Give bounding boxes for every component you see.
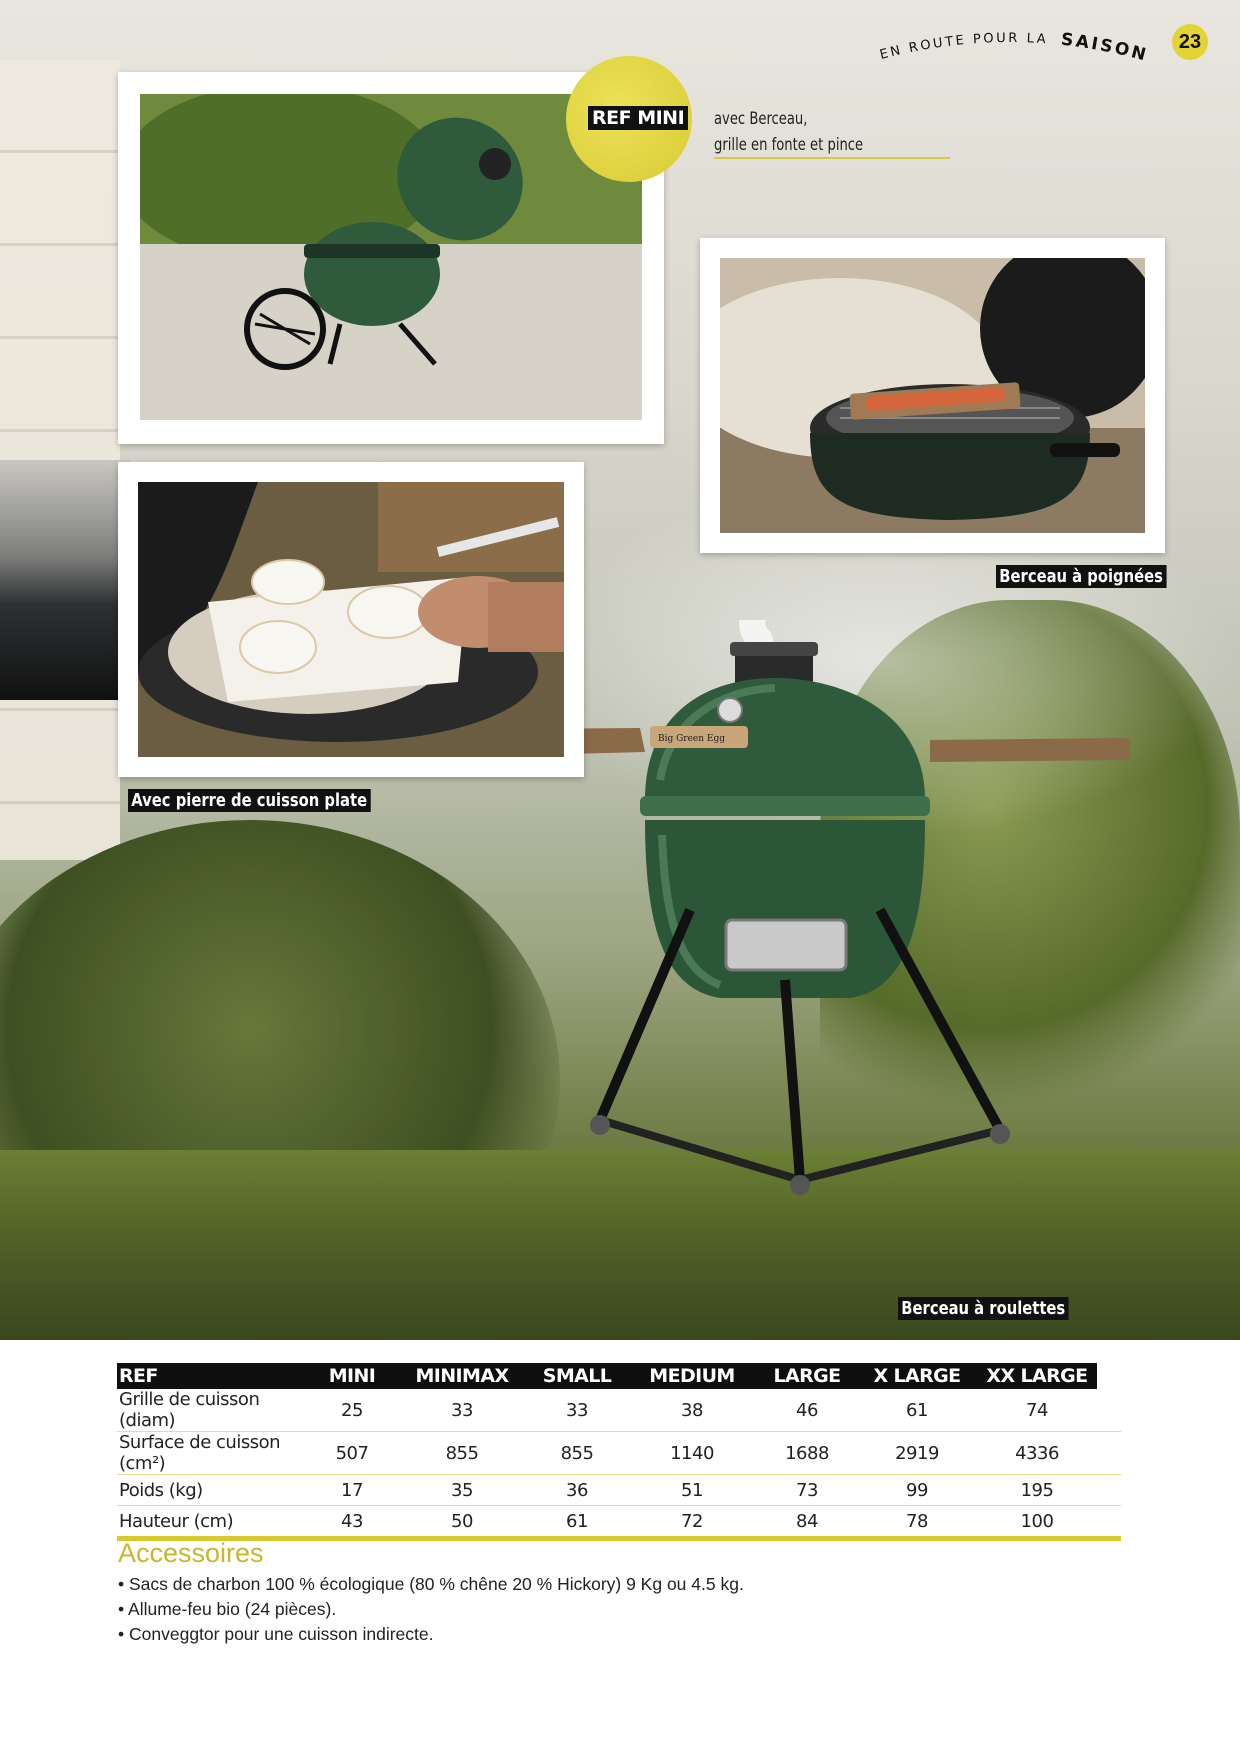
table-cell: 73 — [757, 1474, 857, 1506]
table-cell-spacer — [1097, 1389, 1121, 1432]
grill-badge-text: Big Green Egg — [658, 734, 725, 744]
table-cell: 195 — [977, 1474, 1097, 1506]
table-cell: 1688 — [757, 1431, 857, 1475]
table-cell-spacer — [1097, 1505, 1121, 1541]
row-label: Poids (kg) — [117, 1474, 307, 1506]
table-cell: 33 — [397, 1389, 527, 1432]
table-cell: 43 — [307, 1505, 397, 1541]
table-header-row: REF MINI MINIMAX SMALL MEDIUM LARGE X LA… — [117, 1363, 1121, 1389]
table-cell: 84 — [757, 1505, 857, 1541]
row-label: Grille de cuisson (diam) — [117, 1389, 307, 1432]
table-cell: 4336 — [977, 1431, 1097, 1475]
table-cell-spacer — [1097, 1474, 1121, 1506]
column-header-x-large: X LARGE — [857, 1363, 977, 1389]
season-heading: EN ROUTE POUR LA SAISON 11 — [860, 16, 1150, 66]
table-cell: 78 — [857, 1505, 977, 1541]
table-cell: 507 — [307, 1431, 397, 1475]
svg-text:EN ROUTE POUR LA SAISON: EN ROUTE POUR LA SAISON 11 — [860, 16, 1150, 66]
table-cell: 1140 — [627, 1431, 757, 1475]
ref-mini-description-line-1: avec Berceau, — [714, 109, 808, 129]
table-cell: 46 — [757, 1389, 857, 1432]
list-item: Allume-feu bio (24 pièces). — [118, 1597, 744, 1622]
column-header-small: SMALL — [527, 1363, 627, 1389]
column-header-large: LARGE — [757, 1363, 857, 1389]
page-number: 23 — [1172, 24, 1208, 60]
table-cell: 100 — [977, 1505, 1097, 1541]
column-header-ref: REF — [117, 1363, 307, 1389]
table-cell: 74 — [977, 1389, 1097, 1432]
accessories-title: Accessoires — [118, 1538, 264, 1568]
table-row: Surface de cuisson (cm²) 507 855 855 114… — [117, 1431, 1121, 1475]
table-cell: 36 — [527, 1474, 627, 1506]
season-heading-small: EN ROUTE POUR LA — [878, 31, 1048, 63]
table-cell: 25 — [307, 1389, 397, 1432]
photo-frame-pizza-stone — [118, 462, 584, 777]
table-row: Poids (kg) 17 35 36 51 73 99 195 — [117, 1474, 1121, 1506]
table-cell: 61 — [857, 1389, 977, 1432]
kitchen-counter — [0, 460, 130, 700]
table-cell-spacer — [1097, 1431, 1121, 1475]
table-cell: 72 — [627, 1505, 757, 1541]
ref-mini-badge: REF MINI — [566, 56, 692, 182]
photo-mini-egg — [140, 94, 642, 420]
column-header-minimax: MINIMAX — [397, 1363, 527, 1389]
table-cell: 855 — [397, 1431, 527, 1475]
ref-mini-label: REF MINI — [588, 106, 689, 130]
caption-pierre-cuisson: Avec pierre de cuisson plate — [128, 789, 371, 812]
column-header-mini: MINI — [307, 1363, 397, 1389]
column-header-medium: MEDIUM — [627, 1363, 757, 1389]
ref-mini-description: avec Berceau, grille en fonte et pince — [714, 106, 917, 158]
ref-mini-description-line-2: grille en fonte et pince — [714, 135, 864, 155]
row-label: Surface de cuisson (cm²) — [117, 1431, 307, 1475]
list-item: Conveggtor pour une cuisson indirecte. — [118, 1622, 744, 1647]
table-cell: 38 — [627, 1389, 757, 1432]
table-cell: 51 — [627, 1474, 757, 1506]
list-item: Sacs de charbon 100 % écologique (80 % c… — [118, 1572, 744, 1597]
table-cell: 17 — [307, 1474, 397, 1506]
accessories-list: Sacs de charbon 100 % écologique (80 % c… — [118, 1572, 744, 1647]
photo-frame-salmon — [700, 238, 1165, 553]
caption-berceau-roulettes: Berceau à roulettes — [898, 1297, 1069, 1320]
spec-table: REF MINI MINIMAX SMALL MEDIUM LARGE X LA… — [117, 1363, 1121, 1541]
table-cell: 35 — [397, 1474, 527, 1506]
table-cell: 33 — [527, 1389, 627, 1432]
caption-berceau-poignees: Berceau à poignées — [996, 565, 1167, 588]
photo-pizza-stone — [138, 482, 564, 757]
description-underline — [714, 157, 950, 159]
header-spacer — [1097, 1363, 1121, 1389]
table-cell: 855 — [527, 1431, 627, 1475]
table-row: Hauteur (cm) 43 50 61 72 84 78 100 — [117, 1505, 1121, 1541]
row-label: Hauteur (cm) — [117, 1505, 307, 1541]
table-row: Grille de cuisson (diam) 25 33 33 38 46 … — [117, 1389, 1121, 1432]
column-header-xx-large: XX LARGE — [977, 1363, 1097, 1389]
table-cell: 2919 — [857, 1431, 977, 1475]
photo-salmon-grill — [720, 258, 1145, 533]
table-cell: 50 — [397, 1505, 527, 1541]
table-cell: 99 — [857, 1474, 977, 1506]
table-cell: 61 — [527, 1505, 627, 1541]
